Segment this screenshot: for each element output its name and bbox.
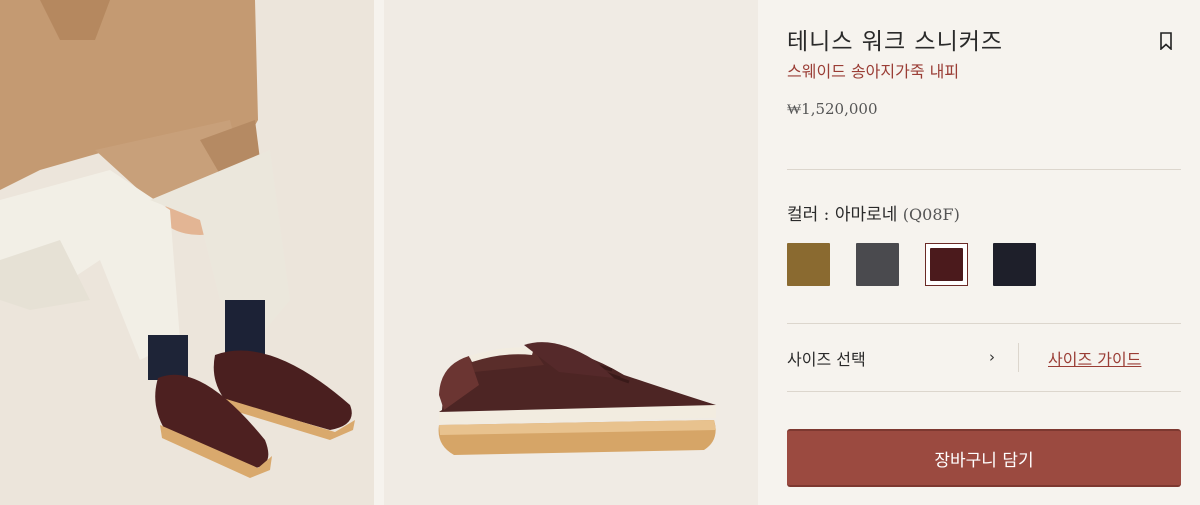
divider [787,391,1181,392]
color-label: 컬러 : 아마로네 (Q08F) [787,200,960,225]
model-illustration [0,0,374,505]
image-gutter [374,0,384,505]
sneaker-illustration [384,0,758,505]
product-price: ₩1,520,000 [787,100,878,118]
color-swatch-olive-brown[interactable] [787,243,830,286]
product-subtitle: 스웨이드 송아지가죽 내피 [787,62,960,81]
divider [787,169,1181,170]
model-photo [0,0,374,505]
swatch-fill [787,243,830,286]
color-name: 컬러 : 아마로네 [787,205,898,225]
add-to-cart-button[interactable]: 장바구니 담기 [787,429,1181,487]
size-guide-link[interactable]: 사이즈 가이드 [1048,346,1141,370]
product-title: 테니스 워크 스니커즈 [787,29,1004,55]
chevron-right-icon[interactable]: › [989,348,995,366]
bookmark-icon[interactable] [1159,32,1173,50]
swatch-fill [856,243,899,286]
color-swatch-grey[interactable] [856,243,899,286]
size-select-label[interactable]: 사이즈 선택 [787,346,866,370]
color-swatch-navy[interactable] [993,243,1036,286]
size-separator [1018,343,1019,372]
swatch-fill [993,243,1036,286]
product-info-panel: 테니스 워크 스니커즈 스웨이드 송아지가죽 내피 ₩1,520,000 컬러 … [787,0,1181,505]
color-swatch-amarone[interactable] [925,243,968,286]
divider [787,323,1181,324]
product-photo [384,0,758,505]
swatch-fill [930,248,963,281]
color-code: (Q08F) [902,205,960,224]
